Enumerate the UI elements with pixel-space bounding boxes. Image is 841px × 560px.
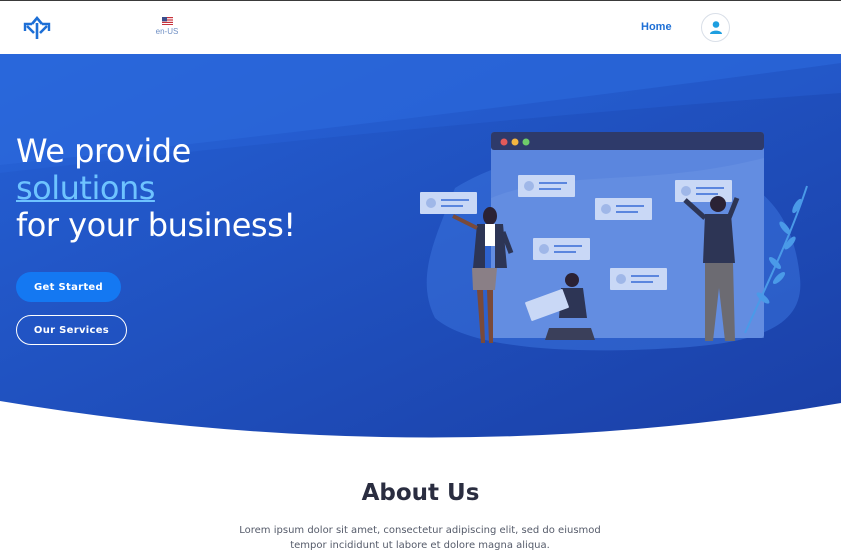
language-selector[interactable]: en-US bbox=[150, 17, 184, 36]
headline-line-1: We provide bbox=[16, 132, 191, 170]
hero-headline: We provide solutions for your business! bbox=[16, 133, 296, 244]
logo-icon[interactable] bbox=[22, 15, 52, 41]
headline-line-3: for your business! bbox=[16, 206, 296, 244]
site-header: en-US Home bbox=[0, 0, 841, 54]
get-started-button[interactable]: Get Started bbox=[16, 272, 121, 302]
headline-accent: solutions bbox=[16, 169, 155, 207]
us-flag-icon bbox=[161, 17, 173, 25]
team-dashboard-illustration bbox=[420, 132, 808, 351]
about-title: About Us bbox=[361, 480, 480, 506]
user-account-button[interactable] bbox=[701, 13, 730, 42]
our-services-button[interactable]: Our Services bbox=[16, 315, 127, 345]
about-description: Lorem ipsum dolor sit amet, consectetur … bbox=[239, 525, 601, 551]
language-label: en-US bbox=[155, 27, 179, 36]
hero-section: We provide solutions for your business! … bbox=[0, 53, 841, 443]
user-icon bbox=[710, 21, 722, 34]
nav-home-link[interactable]: Home bbox=[641, 21, 672, 33]
